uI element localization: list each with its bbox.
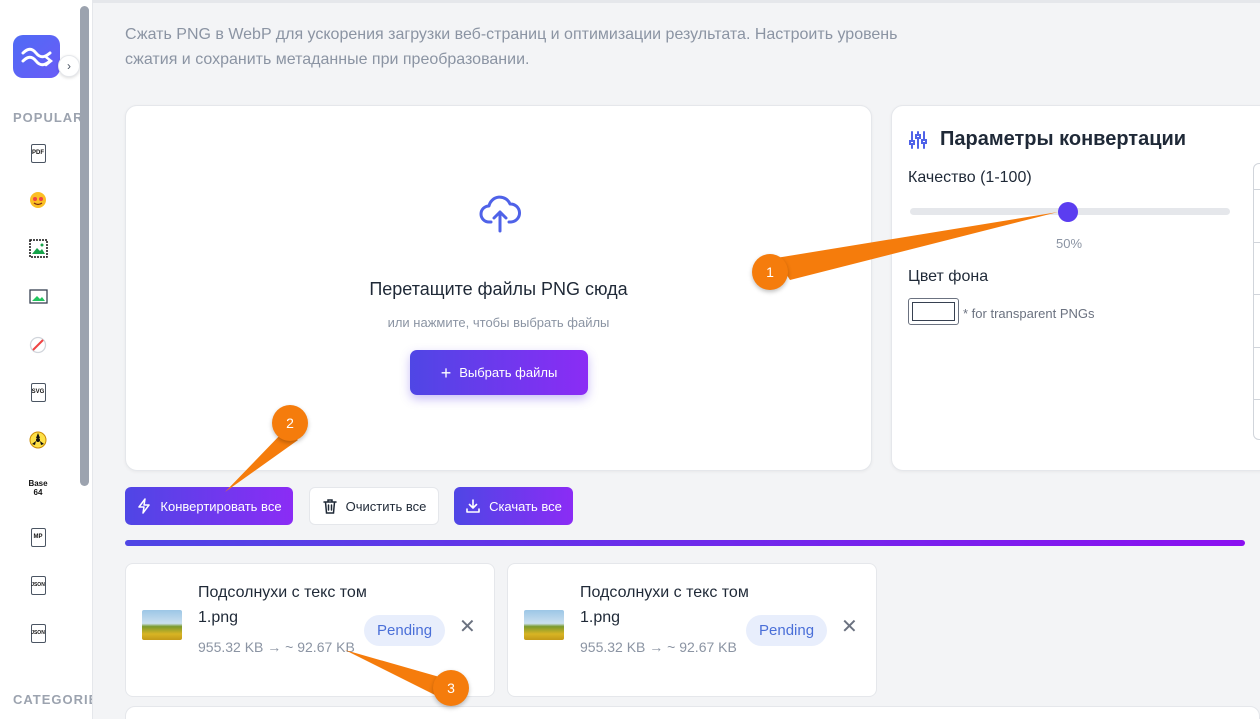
background-color-label: Цвет фона — [908, 268, 989, 285]
base64-icon: Base 64 — [28, 479, 48, 497]
sidebar-section-popular: POPULAR — [13, 110, 84, 125]
sidebar-tool-json-2[interactable]: JSON — [28, 623, 48, 643]
sidebar-collapse-button[interactable]: › — [58, 55, 80, 77]
sidebar-tool-mp[interactable]: MP — [28, 527, 48, 547]
trash-icon — [322, 498, 337, 514]
file-size: 955.32 KB → ~ 92.67 KB — [198, 639, 355, 655]
sidebar-tool-svg[interactable]: SVG — [28, 382, 48, 402]
settings-title: Параметры конвертации — [940, 128, 1187, 150]
cloud-upload-icon — [479, 195, 521, 233]
plus-icon: + — [440, 362, 452, 383]
download-all-label: Скачать все — [489, 498, 562, 514]
lightning-icon — [138, 498, 151, 514]
pdf-file-icon: PDF — [30, 143, 46, 163]
quality-value: 50% — [1055, 236, 1083, 251]
progress-bar — [125, 540, 1245, 546]
background-color-picker[interactable] — [908, 298, 959, 325]
sliders-icon — [909, 131, 927, 149]
close-icon: ✕ — [841, 616, 858, 638]
quality-slider-thumb[interactable] — [1058, 202, 1079, 222]
select-files-button[interactable]: + Выбрать файлы — [410, 350, 588, 395]
quality-slider[interactable] — [910, 202, 1230, 222]
sidebar-tool-pdf[interactable]: PDF — [28, 143, 48, 163]
file-name: Подсолнухи с текс том 1.png — [198, 584, 367, 626]
sidebar-tool-no-symbol[interactable] — [28, 335, 48, 355]
sidebar-tool-radiation[interactable] — [28, 430, 48, 450]
bottom-card-partial — [125, 706, 1260, 719]
radiation-icon — [29, 431, 47, 449]
image-icon — [28, 288, 48, 304]
clear-all-label: Очистить все — [345, 498, 427, 514]
wave-arrow-icon — [21, 47, 53, 66]
json-file-icon: JSON — [30, 623, 46, 643]
sidebar-scrollbar[interactable] — [80, 6, 89, 486]
background-color-note: * for transparent PNGs — [963, 306, 1095, 321]
remove-file-button[interactable]: ✕ — [841, 617, 858, 637]
no-symbol-icon — [29, 336, 47, 354]
sidebar: › POPULAR PDF SVG Base 64 MP JSON JSON C… — [0, 0, 93, 719]
sidebar-tool-image[interactable] — [28, 286, 48, 306]
status-badge: Pending — [364, 615, 446, 646]
annotation-marker-3: 3 — [433, 670, 469, 706]
conversion-settings-panel: Параметры конвертации Качество (1-100) 5… — [891, 105, 1260, 471]
file-thumbnail — [524, 610, 564, 640]
svg-file-icon: SVG — [30, 382, 46, 402]
download-icon — [466, 499, 480, 513]
app-logo[interactable] — [13, 35, 60, 78]
download-all-button[interactable]: Скачать все — [454, 487, 573, 525]
quality-label: Качество (1-100) — [908, 169, 1032, 186]
remove-file-button[interactable]: ✕ — [459, 617, 476, 637]
close-icon: ✕ — [459, 616, 476, 638]
file-card: Подсолнухи с текс том 1.png 955.32 KB → … — [507, 563, 877, 697]
file-dropzone[interactable]: Перетащите файлы PNG сюда или нажмите, ч… — [125, 105, 872, 471]
dropzone-subtitle: или нажмите, чтобы выбрать файлы — [387, 315, 610, 330]
annotation-marker-2: 2 — [272, 405, 308, 441]
sidebar-section-categories: CATEGORIES — [13, 692, 92, 707]
convert-all-label: Конвертировать все — [160, 498, 282, 514]
annotation-marker-1: 1 — [752, 254, 788, 290]
emoji-icon — [30, 192, 46, 208]
image-frame-icon — [28, 238, 48, 258]
status-badge: Pending — [746, 615, 828, 646]
file-thumbnail — [142, 610, 182, 640]
background-color-swatch — [912, 302, 955, 321]
page-description: Сжать PNG в WebP для ускорения загрузки … — [125, 26, 898, 68]
sidebar-tool-image-frame[interactable] — [28, 238, 48, 258]
top-divider — [93, 0, 1260, 3]
convert-all-button[interactable]: Конвертировать все — [125, 487, 293, 525]
sidebar-tool-json[interactable]: JSON — [28, 575, 48, 595]
right-side-panel-partial — [1253, 163, 1260, 440]
file-size: 955.32 KB → ~ 92.67 KB — [580, 639, 737, 655]
sidebar-tool-emoji[interactable] — [28, 190, 48, 210]
file-name: Подсолнухи с текс том 1.png — [580, 584, 749, 626]
chevron-right-icon: › — [67, 59, 71, 73]
mp-file-icon: MP — [30, 527, 46, 547]
json-file-icon: JSON — [30, 575, 46, 595]
sidebar-tool-base64[interactable]: Base 64 — [28, 478, 48, 498]
clear-all-button[interactable]: Очистить все — [309, 487, 439, 525]
select-files-label: Выбрать файлы — [459, 365, 558, 380]
